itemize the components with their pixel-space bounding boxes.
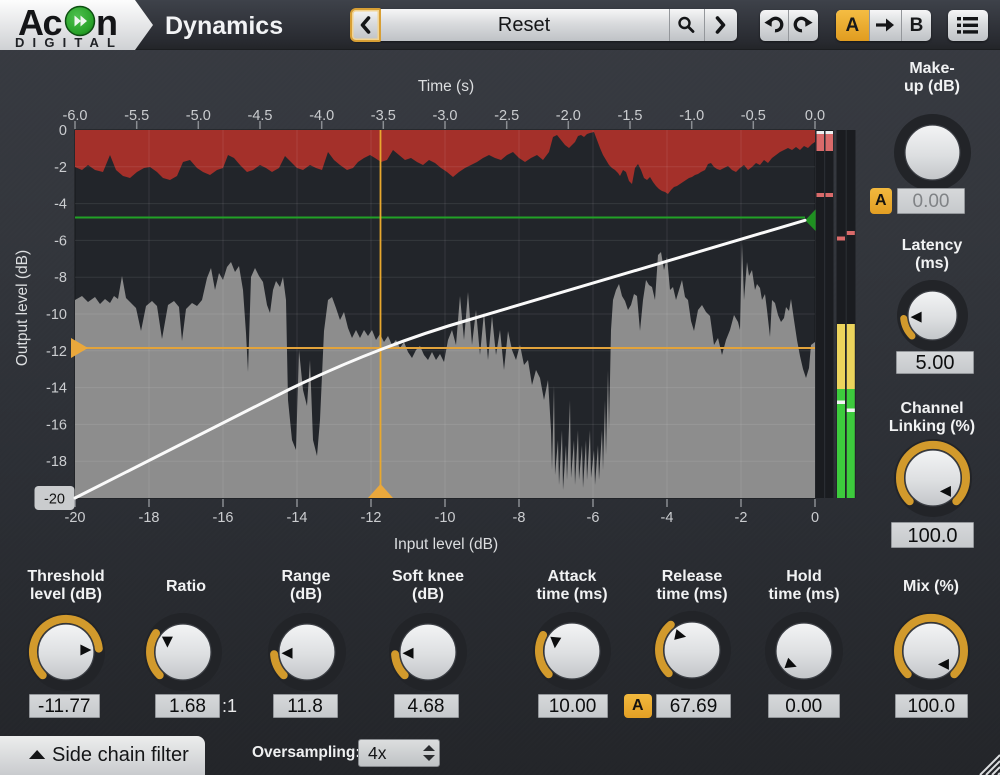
svg-text:-6: -6	[587, 510, 600, 526]
svg-text:-2: -2	[735, 510, 748, 526]
svg-text:Input level (dB): Input level (dB)	[394, 536, 498, 553]
svg-text:-2.0: -2.0	[556, 108, 581, 124]
svg-text:-4.0: -4.0	[309, 108, 334, 124]
svg-text:-4: -4	[54, 197, 67, 213]
svg-text:-10: -10	[46, 307, 67, 323]
svg-text:-20: -20	[65, 510, 86, 526]
svg-text:Output level (dB): Output level (dB)	[14, 250, 31, 366]
svg-text:-2.5: -2.5	[494, 108, 519, 124]
svg-text:-0.5: -0.5	[741, 108, 766, 124]
svg-text:-6: -6	[54, 233, 67, 249]
svg-text:-8: -8	[513, 510, 526, 526]
svg-text:-18: -18	[46, 454, 67, 470]
svg-text:-14: -14	[287, 510, 308, 526]
svg-text:-16: -16	[46, 417, 67, 433]
svg-text:-1.5: -1.5	[618, 108, 643, 124]
svg-text:-6.0: -6.0	[63, 108, 88, 124]
svg-text:0: 0	[59, 123, 67, 139]
svg-text:-4.5: -4.5	[248, 108, 273, 124]
svg-text:-3.0: -3.0	[433, 108, 458, 124]
svg-text:Time (s): Time (s)	[418, 78, 474, 95]
svg-text:-8: -8	[54, 270, 67, 286]
svg-text:-2: -2	[54, 160, 67, 176]
svg-text:-5.5: -5.5	[124, 108, 149, 124]
svg-text:-14: -14	[46, 381, 67, 397]
svg-text:-18: -18	[139, 510, 160, 526]
svg-text:-16: -16	[213, 510, 234, 526]
svg-text:-12: -12	[46, 344, 67, 360]
svg-text:-4: -4	[661, 510, 674, 526]
svg-text:0.0: 0.0	[805, 108, 825, 124]
svg-text:Ac: Ac	[18, 2, 61, 43]
svg-text:0: 0	[811, 510, 819, 526]
svg-text:-12: -12	[361, 510, 382, 526]
svg-text:-20: -20	[44, 492, 65, 508]
svg-text:-5.0: -5.0	[186, 108, 211, 124]
svg-text:-1.0: -1.0	[679, 108, 704, 124]
svg-text:-3.5: -3.5	[371, 108, 396, 124]
svg-text:-10: -10	[435, 510, 456, 526]
